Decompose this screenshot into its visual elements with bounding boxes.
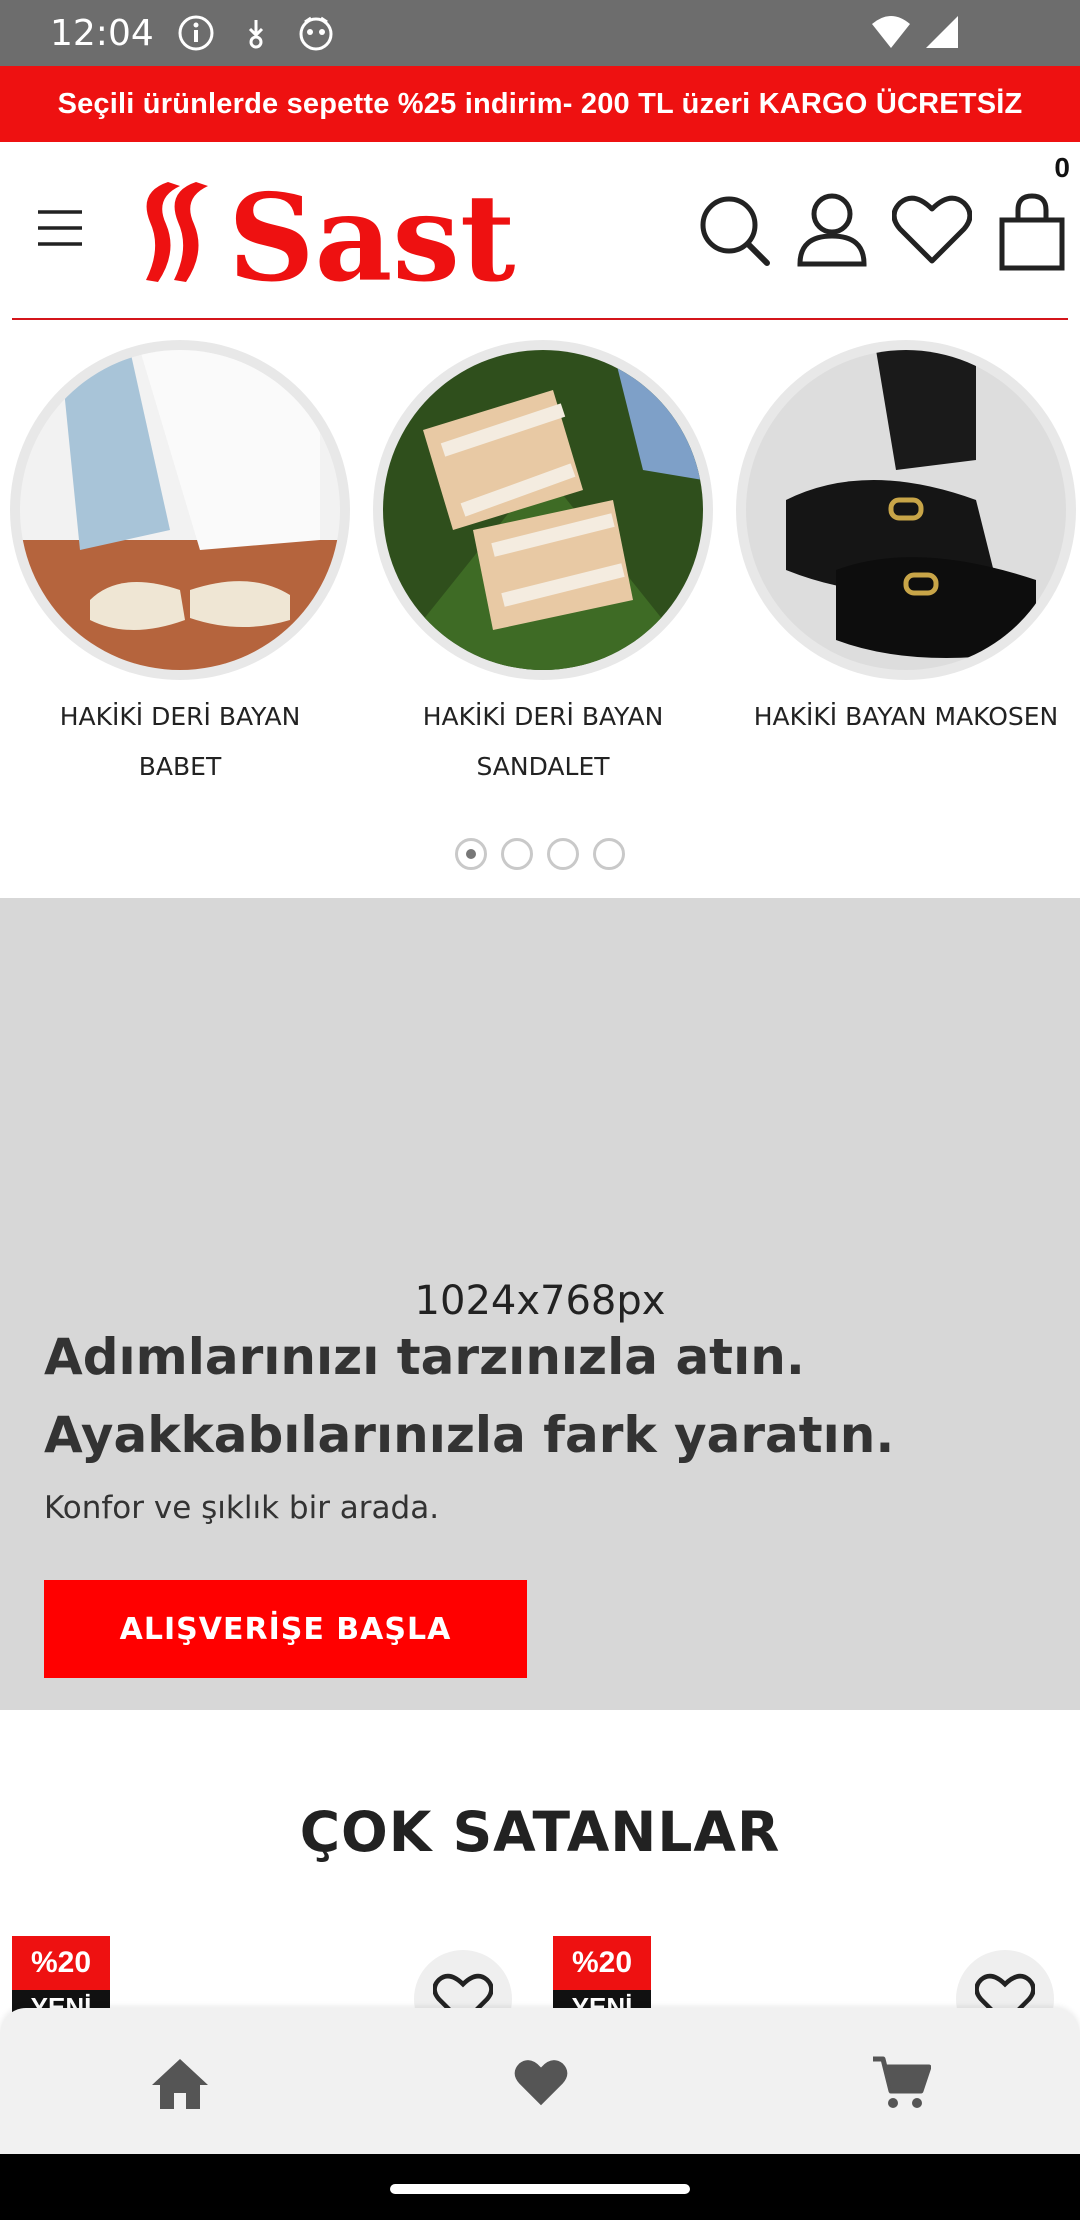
- status-bar: 12:04: [0, 0, 1080, 66]
- header-divider: [12, 318, 1068, 320]
- logo[interactable]: Sast: [128, 172, 652, 296]
- carousel-dot[interactable]: [455, 838, 487, 870]
- carousel-dot[interactable]: [547, 838, 579, 870]
- heart-icon[interactable]: [506, 2048, 576, 2118]
- user-icon[interactable]: [792, 188, 872, 272]
- download-icon: [236, 13, 276, 53]
- bottom-navigation: [0, 2008, 1080, 2154]
- category-label-line: SANDALET: [476, 752, 610, 781]
- info-icon: [176, 13, 216, 53]
- hero-title: Adımlarınızı tarzınızla atın. Ayakkabıla…: [44, 1318, 1044, 1474]
- cart-icon[interactable]: [866, 2048, 936, 2118]
- discount-badge: %20: [12, 1936, 110, 1990]
- category-label[interactable]: HAKİKİ DERİ BAYAN BABET: [10, 692, 350, 792]
- discount-badge: %20: [553, 1936, 651, 1990]
- category-image-frame: [10, 340, 350, 680]
- category-item[interactable]: HAKİKİ DERİ BAYAN SANDALET: [373, 340, 713, 792]
- category-label-line: HAKİKİ BAYAN MAKOSEN: [753, 702, 1059, 731]
- menu-icon[interactable]: [30, 198, 90, 258]
- category-image: [20, 350, 340, 670]
- hero-title-line: Ayakkabılarınızla fark yaratın.: [44, 1406, 895, 1464]
- category-item[interactable]: HAKİKİ DERİ BAYAN BABET: [10, 340, 350, 792]
- category-label-line: HAKİKİ DERİ BAYAN: [422, 702, 664, 731]
- category-label-line: HAKİKİ DERİ BAYAN: [59, 702, 301, 731]
- category-label[interactable]: HAKİKİ BAYAN MAKOSEN: [736, 692, 1076, 742]
- promo-text: Seçili ürünlerde sepette %25 indirim- 20…: [57, 87, 1023, 120]
- category-carousel[interactable]: HAKİKİ DERİ BAYAN BABET HAKİKİ DERİ BAYA…: [0, 340, 1080, 900]
- home-icon[interactable]: [145, 2048, 215, 2118]
- shop-now-button[interactable]: ALIŞVERİŞE BAŞLA: [44, 1580, 527, 1678]
- carousel-dot[interactable]: [593, 838, 625, 870]
- hero-subtitle: Konfor ve şıklık bir arada.: [44, 1490, 440, 1526]
- category-image: [746, 350, 1066, 670]
- category-label[interactable]: HAKİKİ DERİ BAYAN SANDALET: [373, 692, 713, 792]
- category-image-frame: [736, 340, 1076, 680]
- section-title: ÇOK SATANLAR: [299, 1800, 781, 1864]
- carousel-pagination: [0, 838, 1080, 870]
- logo-text: Sast: [228, 172, 515, 296]
- face-icon: [296, 13, 336, 53]
- cart-count: 0: [1054, 152, 1070, 183]
- heart-icon[interactable]: [890, 190, 974, 270]
- home-gesture-handle[interactable]: [390, 2184, 690, 2194]
- status-time: 12:04: [50, 12, 154, 54]
- system-navigation-bar: [0, 2154, 1080, 2220]
- carousel-dot[interactable]: [501, 838, 533, 870]
- hero-title-line: Adımlarınızı tarzınızla atın.: [44, 1328, 805, 1386]
- signal-icon: [924, 12, 960, 57]
- header: Sast 0: [0, 142, 1080, 320]
- hero-banner: 1024x768px Adımlarınızı tarzınızla atın.…: [0, 898, 1080, 1710]
- category-image-frame: [373, 340, 713, 680]
- bag-icon[interactable]: [990, 182, 1074, 282]
- wifi-icon: [870, 12, 912, 57]
- category-item[interactable]: HAKİKİ BAYAN MAKOSEN: [736, 340, 1076, 742]
- search-icon[interactable]: [694, 190, 774, 270]
- category-image: [383, 350, 703, 670]
- category-label-line: BABET: [138, 752, 222, 781]
- promo-banner[interactable]: Seçili ürünlerde sepette %25 indirim- 20…: [0, 66, 1080, 142]
